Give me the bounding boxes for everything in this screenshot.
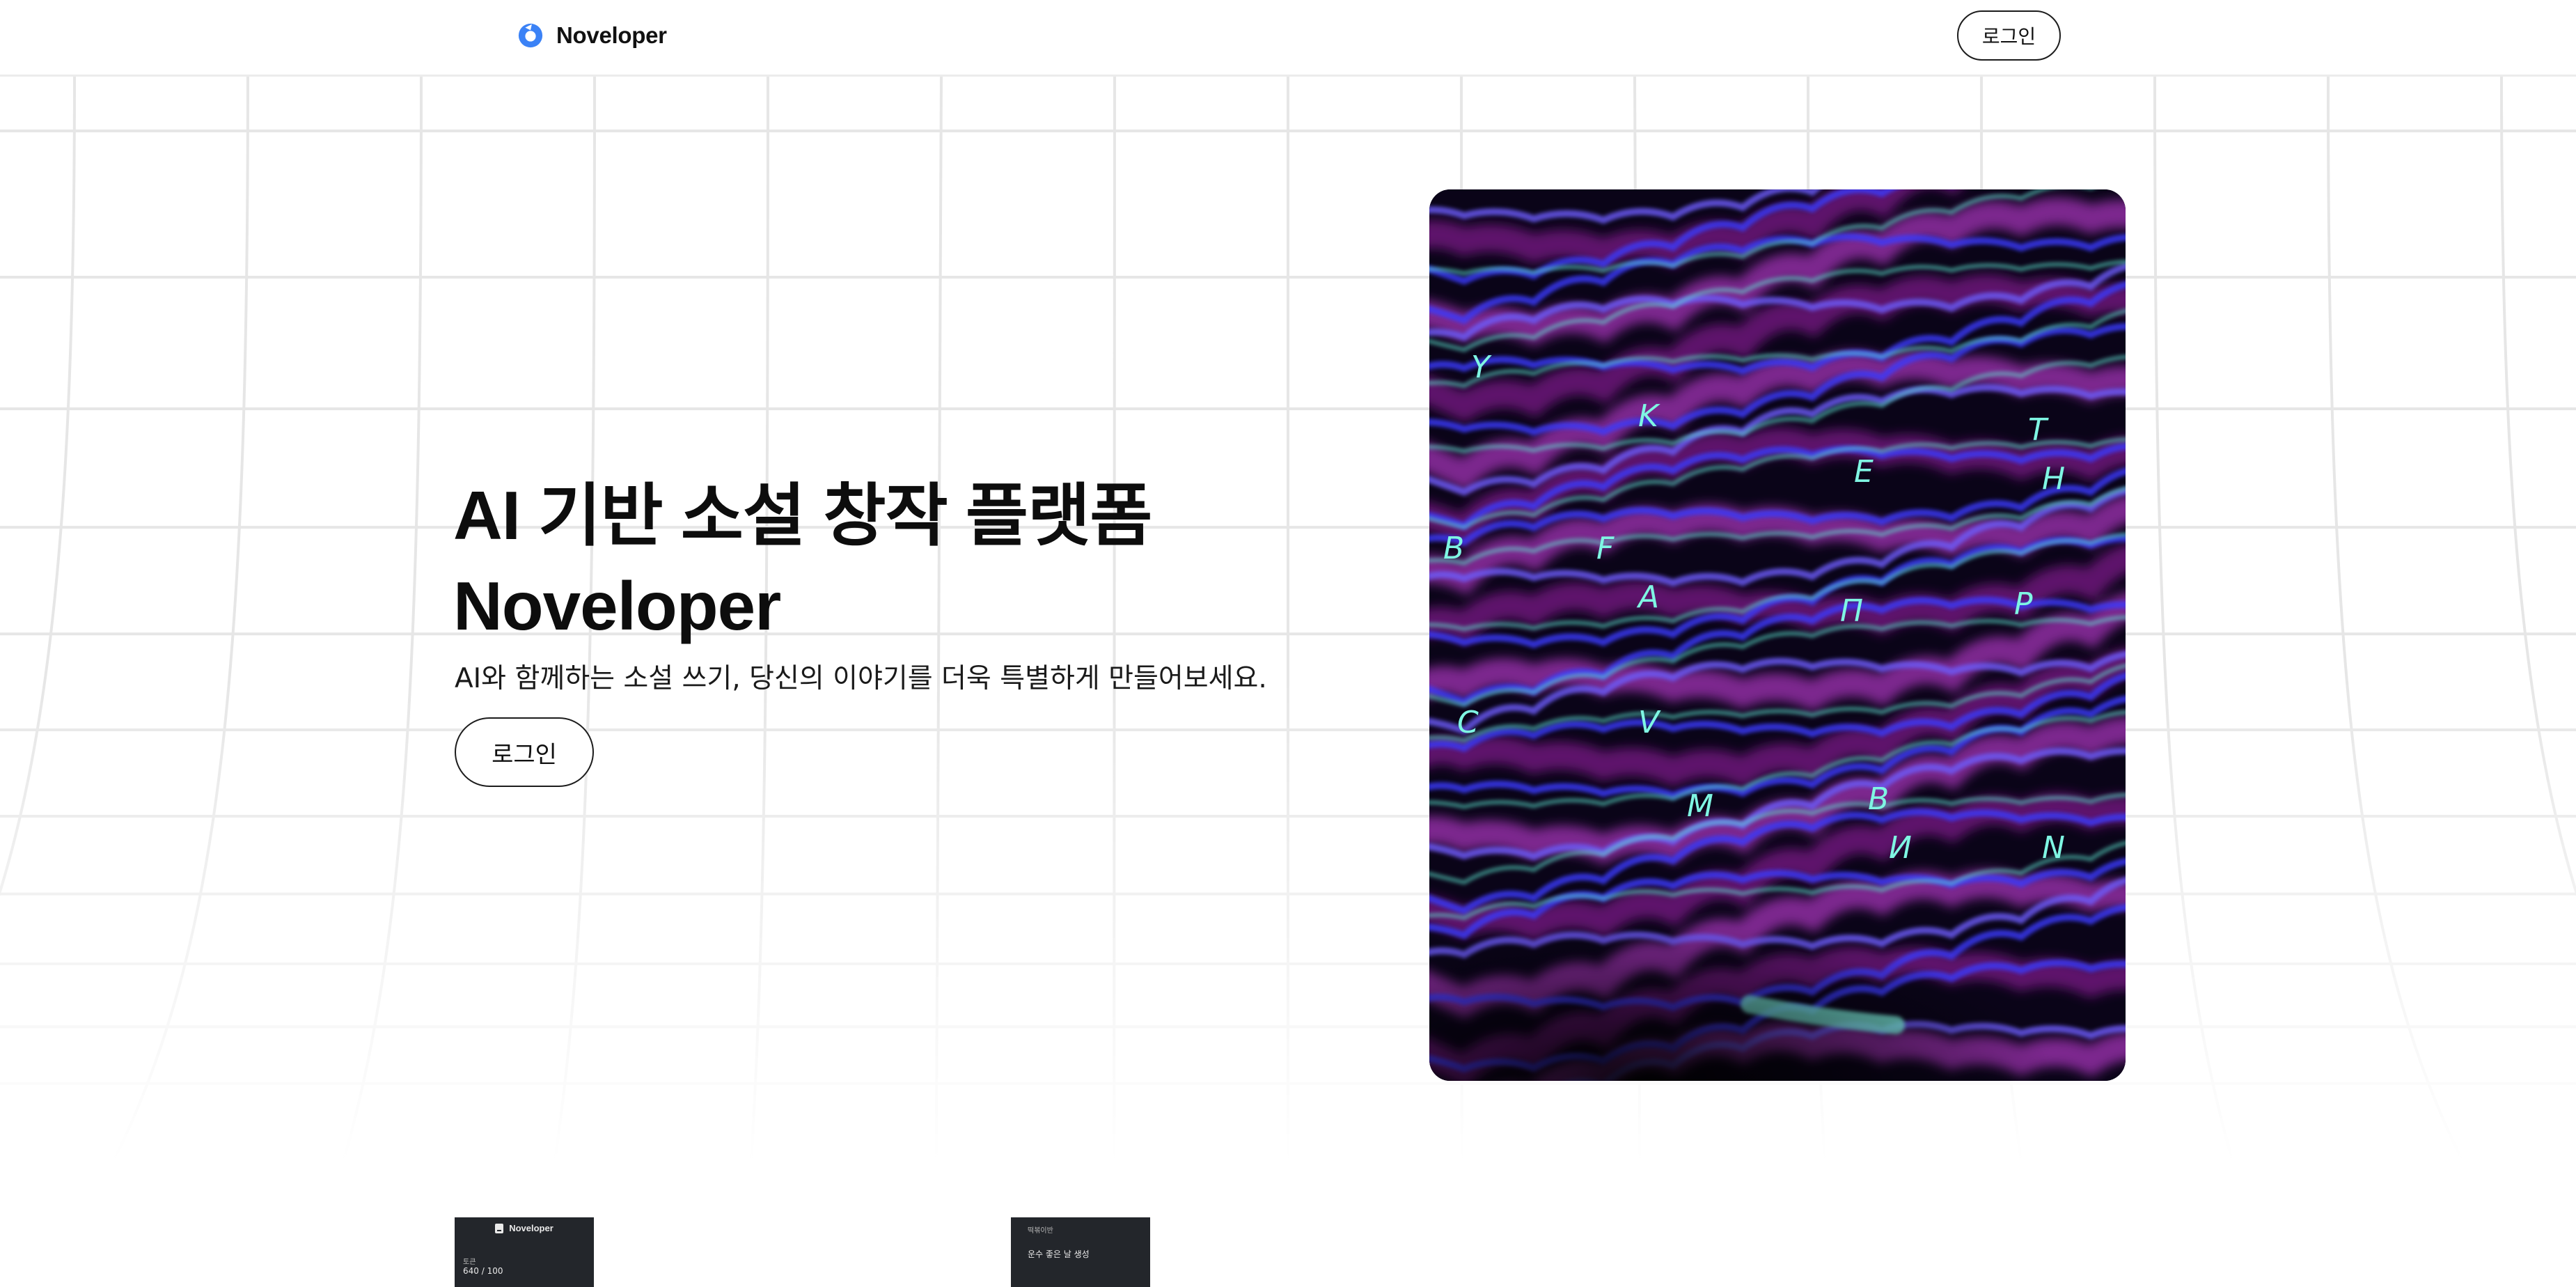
- key-glyph: B: [1443, 531, 1464, 566]
- hero-image: YKETHBFAПРCVMBИN: [1429, 189, 2126, 1081]
- key-glyph: A: [1636, 579, 1659, 615]
- hero-subtitle: AI와 함께하는 소설 쓰기, 당신의 이야기를 더욱 특별하게 만들어보세요.: [455, 663, 1267, 694]
- nav-login-button[interactable]: 로그인: [1957, 10, 2061, 61]
- brand-name: Noveloper: [556, 22, 667, 48]
- preview-label: 토큰: [463, 1258, 476, 1266]
- key-glyph: Р: [2014, 586, 2033, 622]
- key-glyph: K: [1638, 398, 1660, 434]
- brand-logo-icon: [518, 23, 543, 48]
- document-icon: [495, 1223, 504, 1233]
- key-glyph: T: [2028, 412, 2049, 448]
- preview-label: 떡볶이반: [1028, 1227, 1053, 1235]
- key-glyph: V: [1638, 705, 1661, 740]
- preview-token-value: 640 / 100: [463, 1266, 503, 1276]
- hero-login-button[interactable]: 로그인: [455, 717, 594, 787]
- top-navigation-bar: Noveloper 로그인: [0, 0, 2576, 77]
- hero-title-line-2: Noveloper: [453, 568, 781, 644]
- key-glyph: C: [1457, 705, 1479, 740]
- preview-story-title: 운수 좋은 날 생성: [1028, 1249, 1090, 1259]
- preview-card-story[interactable]: 떡볶이반 운수 좋은 날 생성: [1011, 1217, 1150, 1287]
- key-glyph: Y: [1471, 350, 1492, 385]
- key-glyph: F: [1596, 531, 1615, 566]
- key-glyph: E: [1854, 454, 1874, 490]
- key-glyph: H: [2042, 461, 2065, 497]
- preview-header: Noveloper: [455, 1223, 594, 1233]
- preview-brand: Noveloper: [509, 1223, 553, 1233]
- neon-keyboard-illustration: YKETHBFAПРCVMBИN: [1429, 189, 2126, 1081]
- hero-title: AI 기반 소설 창작 플랫폼 Noveloper: [453, 470, 1152, 651]
- preview-card-editor[interactable]: Noveloper 토큰 640 / 100: [455, 1217, 594, 1287]
- hero-title-line-1: AI 기반 소설 창작 플랫폼: [453, 477, 1152, 554]
- brand[interactable]: Noveloper: [517, 21, 667, 50]
- grid-background: [0, 77, 2576, 1163]
- key-glyph: B: [1868, 781, 1889, 817]
- key-glyph: П: [1840, 593, 1863, 629]
